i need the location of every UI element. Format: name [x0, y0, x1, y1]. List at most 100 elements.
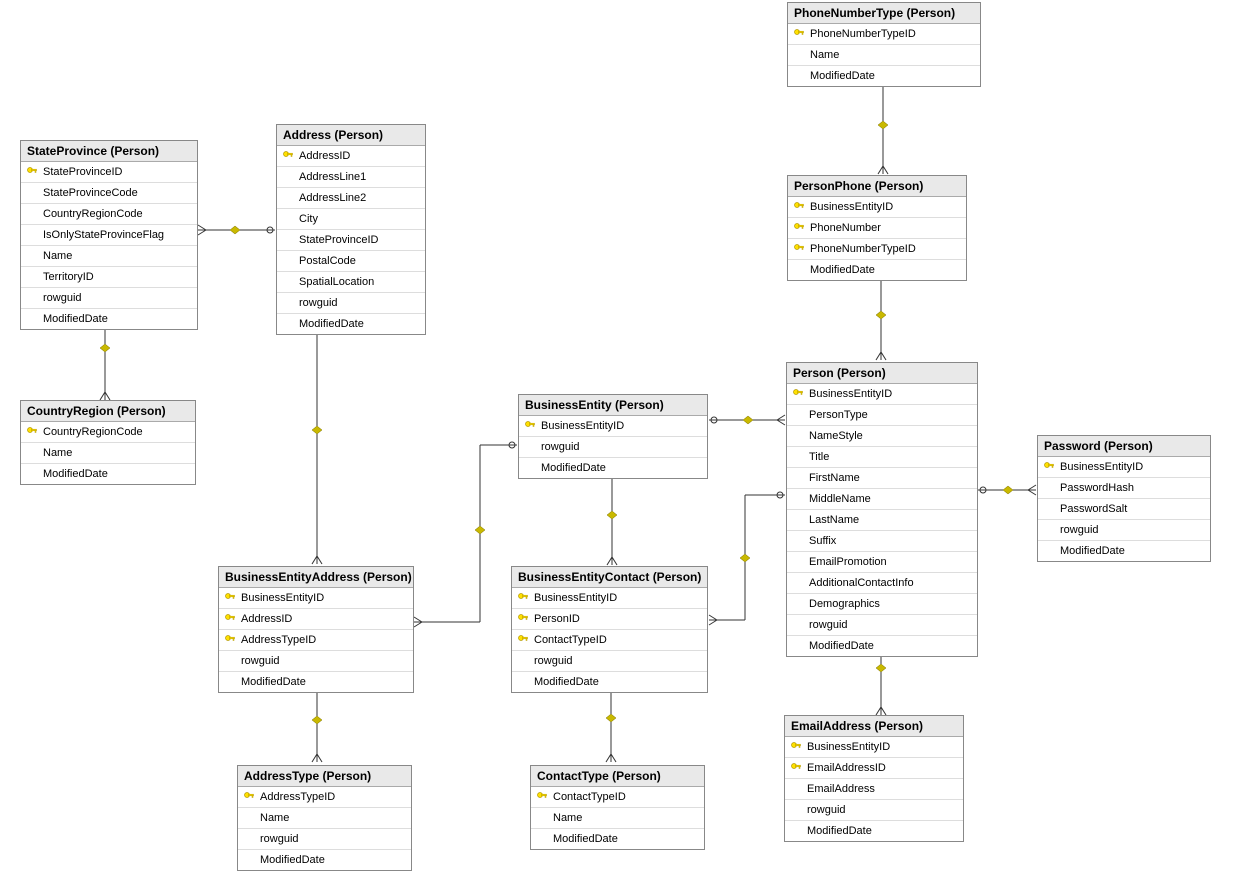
column-row[interactable]: ContactTypeID — [531, 787, 704, 808]
column-row[interactable]: PhoneNumberTypeID — [788, 239, 966, 260]
column-row[interactable]: Name — [21, 246, 197, 267]
column-row[interactable]: ModifiedDate — [519, 458, 707, 478]
column-name: Suffix — [805, 535, 836, 547]
column-name: Name — [806, 49, 839, 61]
entity-password[interactable]: Password (Person)BusinessEntityIDPasswor… — [1037, 435, 1211, 562]
entity-businessentitycontact[interactable]: BusinessEntityContact (Person)BusinessEn… — [511, 566, 708, 693]
column-row[interactable]: AddressLine1 — [277, 167, 425, 188]
entity-header: BusinessEntityContact (Person) — [512, 567, 707, 588]
column-row[interactable]: BusinessEntityID — [788, 197, 966, 218]
entity-person[interactable]: Person (Person)BusinessEntityIDPersonTyp… — [786, 362, 978, 657]
entity-stateprovince[interactable]: StateProvince (Person)StateProvinceIDSta… — [20, 140, 198, 330]
column-row[interactable]: ModifiedDate — [531, 829, 704, 849]
column-row[interactable]: City — [277, 209, 425, 230]
column-row[interactable]: BusinessEntityID — [512, 588, 707, 609]
entity-countryregion[interactable]: CountryRegion (Person)CountryRegionCodeN… — [20, 400, 196, 485]
column-row[interactable]: IsOnlyStateProvinceFlag — [21, 225, 197, 246]
column-row[interactable]: rowguid — [787, 615, 977, 636]
entity-contacttype[interactable]: ContactType (Person)ContactTypeIDNameMod… — [530, 765, 705, 850]
column-row[interactable]: StateProvinceID — [21, 162, 197, 183]
column-row[interactable]: Name — [531, 808, 704, 829]
entity-address[interactable]: Address (Person)AddressIDAddressLine1Add… — [276, 124, 426, 335]
column-row[interactable]: rowguid — [238, 829, 411, 850]
column-row[interactable]: AdditionalContactInfo — [787, 573, 977, 594]
column-row[interactable]: PersonType — [787, 405, 977, 426]
entity-addresstype[interactable]: AddressType (Person) AddressTypeID Name row… — [237, 765, 412, 871]
column-row[interactable]: EmailPromotion — [787, 552, 977, 573]
column-row[interactable]: ModifiedDate — [788, 260, 966, 280]
column-row[interactable]: AddressTypeID — [219, 630, 413, 651]
column-row[interactable]: PasswordHash — [1038, 478, 1210, 499]
entity-header: AddressType (Person) — [238, 766, 411, 787]
column-row[interactable]: SpatialLocation — [277, 272, 425, 293]
column-name: rowguid — [39, 292, 82, 304]
entity-businessentityaddress[interactable]: BusinessEntityAddress (Person)BusinessEn… — [218, 566, 414, 693]
entity-businessentity[interactable]: BusinessEntity (Person)BusinessEntityIDr… — [518, 394, 708, 479]
column-row[interactable]: ModifiedDate — [788, 66, 980, 86]
column-row[interactable]: AddressTypeID — [238, 787, 411, 808]
column-row[interactable]: rowguid — [219, 651, 413, 672]
column-row[interactable]: rowguid — [512, 651, 707, 672]
column-row[interactable]: BusinessEntityID — [219, 588, 413, 609]
column-row[interactable]: CountryRegionCode — [21, 422, 195, 443]
column-row[interactable]: rowguid — [519, 437, 707, 458]
entity-header: BusinessEntityAddress (Person) — [219, 567, 413, 588]
column-row[interactable]: EmailAddressID — [785, 758, 963, 779]
column-row[interactable]: BusinessEntityID — [787, 384, 977, 405]
column-row[interactable]: Title — [787, 447, 977, 468]
entity-emailaddress[interactable]: EmailAddress (Person)BusinessEntityIDEma… — [784, 715, 964, 842]
column-row[interactable]: StateProvinceCode — [21, 183, 197, 204]
column-row[interactable]: ModifiedDate — [787, 636, 977, 656]
column-row[interactable]: AddressLine2 — [277, 188, 425, 209]
column-row[interactable]: ModifiedDate — [219, 672, 413, 692]
column-row[interactable]: rowguid — [21, 288, 197, 309]
column-row[interactable]: rowguid — [1038, 520, 1210, 541]
column-row[interactable]: Name — [788, 45, 980, 66]
column-name: ContactTypeID — [549, 791, 626, 803]
column-row[interactable]: PhoneNumberTypeID — [788, 24, 980, 45]
column-row[interactable]: ModifiedDate — [21, 309, 197, 329]
column-row[interactable]: PhoneNumber — [788, 218, 966, 239]
column-name: rowguid — [803, 804, 846, 816]
column-row[interactable]: LastName — [787, 510, 977, 531]
column-row[interactable]: Name — [238, 808, 411, 829]
column-name: PersonID — [530, 613, 580, 625]
column-row[interactable]: ModifiedDate — [785, 821, 963, 841]
column-row[interactable]: BusinessEntityID — [519, 416, 707, 437]
column-name: StateProvinceID — [39, 166, 122, 178]
column-row[interactable]: EmailAddress — [785, 779, 963, 800]
column-row[interactable]: rowguid — [277, 293, 425, 314]
column-row[interactable]: FirstName — [787, 468, 977, 489]
column-row[interactable]: PersonID — [512, 609, 707, 630]
column-row[interactable]: ModifiedDate — [512, 672, 707, 692]
column-row[interactable]: Name — [21, 443, 195, 464]
column-name: PhoneNumberTypeID — [806, 28, 916, 40]
column-row[interactable]: ModifiedDate — [277, 314, 425, 334]
column-row[interactable]: BusinessEntityID — [1038, 457, 1210, 478]
column-row[interactable]: BusinessEntityID — [785, 737, 963, 758]
entity-header: Password (Person) — [1038, 436, 1210, 457]
column-row[interactable]: ModifiedDate — [238, 850, 411, 870]
column-row[interactable]: NameStyle — [787, 426, 977, 447]
column-name: Name — [256, 812, 289, 824]
column-row[interactable]: Demographics — [787, 594, 977, 615]
column-row[interactable]: rowguid — [785, 800, 963, 821]
column-row[interactable]: TerritoryID — [21, 267, 197, 288]
column-name: AddressTypeID — [256, 791, 335, 803]
column-row[interactable]: ModifiedDate — [21, 464, 195, 484]
column-row[interactable]: AddressID — [277, 146, 425, 167]
column-row[interactable]: MiddleName — [787, 489, 977, 510]
column-row[interactable]: ModifiedDate — [1038, 541, 1210, 561]
column-row[interactable]: PostalCode — [277, 251, 425, 272]
column-row[interactable]: ContactTypeID — [512, 630, 707, 651]
column-row[interactable]: CountryRegionCode — [21, 204, 197, 225]
primary-key-icon — [242, 792, 256, 802]
column-row[interactable]: AddressID — [219, 609, 413, 630]
entity-header: PhoneNumberType (Person) — [788, 3, 980, 24]
column-row[interactable]: Suffix — [787, 531, 977, 552]
entity-phonenumbertype[interactable]: PhoneNumberType (Person) PhoneNumberTypeI… — [787, 2, 981, 87]
column-row[interactable]: PasswordSalt — [1038, 499, 1210, 520]
entity-personphone[interactable]: PersonPhone (Person)BusinessEntityIDPhon… — [787, 175, 967, 281]
column-name: BusinessEntityID — [537, 420, 624, 432]
column-row[interactable]: StateProvinceID — [277, 230, 425, 251]
